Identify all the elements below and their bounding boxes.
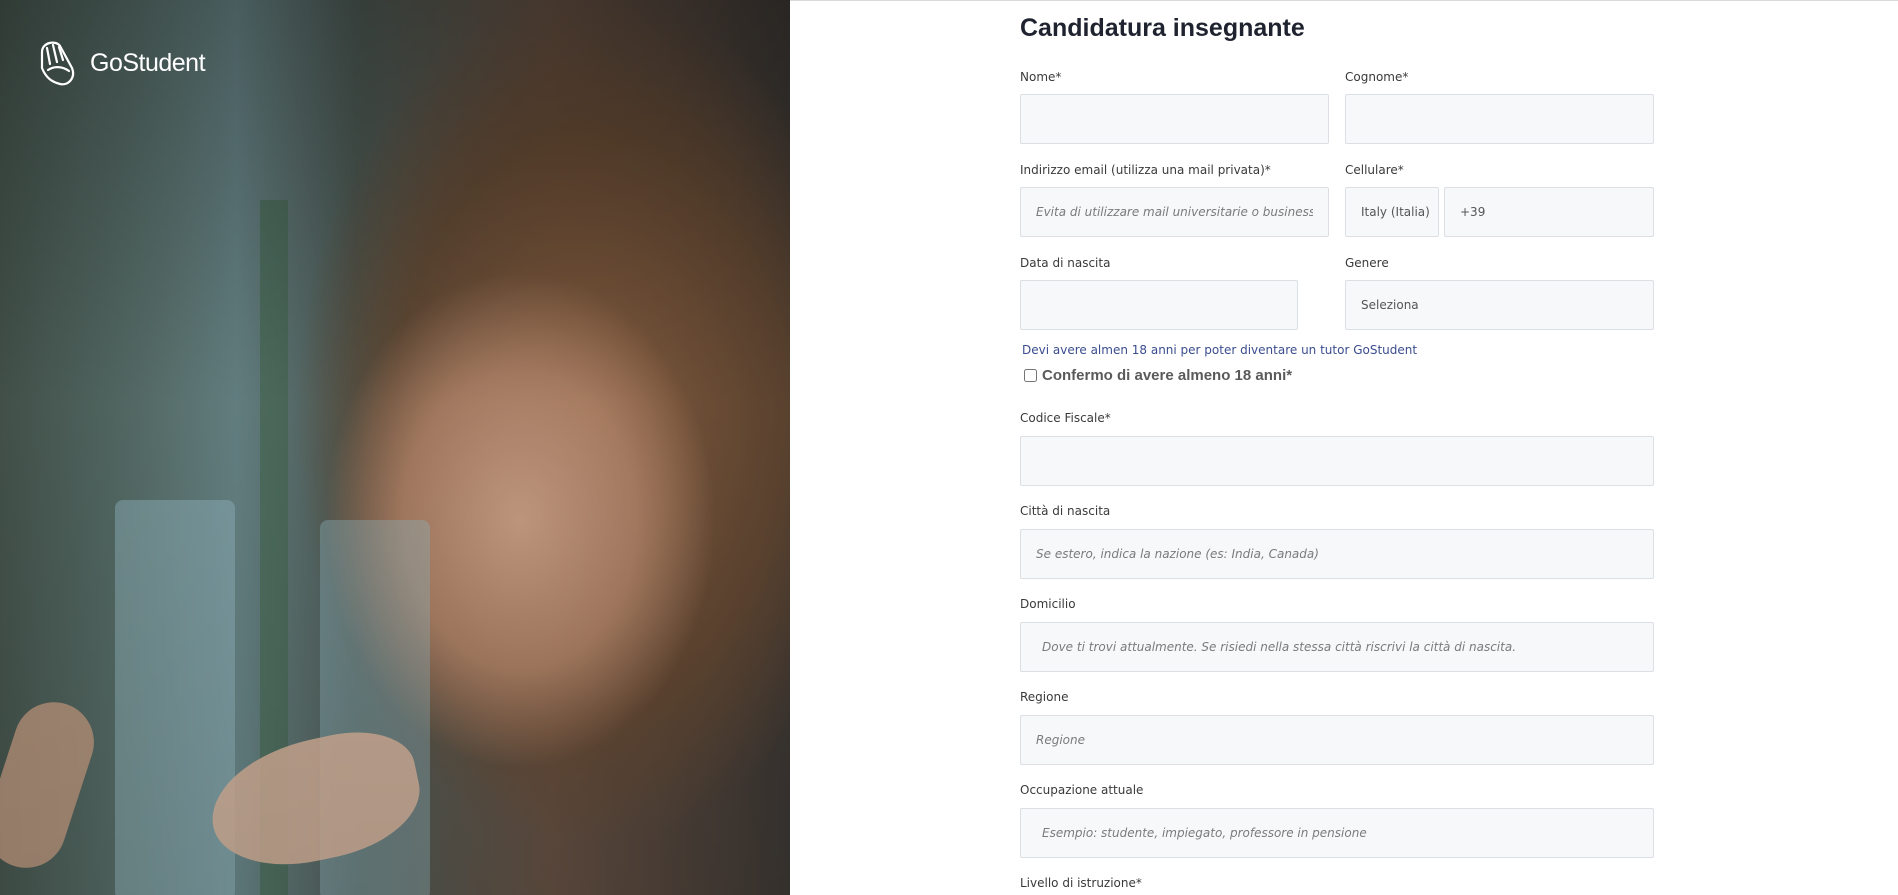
region-input[interactable] — [1020, 715, 1654, 765]
last-name-input[interactable] — [1345, 94, 1654, 144]
phone-country-select[interactable]: Italy (Italia) — [1345, 187, 1439, 237]
birth-date-label: Data di nascita — [1020, 256, 1111, 270]
gender-selected-value: Seleziona — [1361, 298, 1419, 312]
birth-city-label: Città di nascita — [1020, 504, 1111, 518]
brand-name: GoStudent — [90, 48, 206, 77]
tax-code-label: Codice Fiscale* — [1020, 411, 1111, 425]
gender-label: Genere — [1345, 256, 1389, 270]
age-requirement-hint: Devi avere almen 18 anni per poter diven… — [1022, 343, 1418, 357]
form-title: Candidatura insegnante — [1020, 14, 1305, 42]
region-label: Regione — [1020, 690, 1069, 704]
age-confirm-label: Confermo di avere almeno 18 anni* — [1042, 367, 1293, 384]
tax-code-input[interactable] — [1020, 436, 1654, 486]
phone-number-input[interactable]: +39 — [1444, 187, 1654, 237]
gostudent-logo-icon — [40, 41, 75, 86]
phone-country-value: Italy (Italia) — [1361, 205, 1430, 219]
email-label: Indirizzo email (utilizza una mail priva… — [1020, 163, 1271, 177]
gender-select[interactable]: Seleziona — [1345, 280, 1654, 330]
hero-image: GoStudent — [0, 0, 790, 895]
education-label: Livello di istruzione* — [1020, 876, 1142, 890]
email-input[interactable] — [1020, 187, 1329, 237]
birth-date-input[interactable] — [1020, 280, 1298, 330]
age-confirm-row[interactable]: Confermo di avere almeno 18 anni* — [1024, 367, 1292, 384]
first-name-label: Nome* — [1020, 70, 1062, 84]
residence-label: Domicilio — [1020, 597, 1076, 611]
phone-label: Cellulare* — [1345, 163, 1404, 177]
last-name-label: Cognome* — [1345, 70, 1409, 84]
first-name-input[interactable] — [1020, 94, 1329, 144]
gostudent-logo[interactable]: GoStudent — [36, 38, 206, 88]
occupation-label: Occupazione attuale — [1020, 783, 1144, 797]
occupation-input[interactable] — [1020, 808, 1654, 858]
phone-prefix: +39 — [1460, 205, 1486, 219]
age-confirm-checkbox[interactable] — [1024, 369, 1037, 382]
hero-overlay — [0, 0, 790, 895]
residence-input[interactable] — [1020, 622, 1654, 672]
birth-city-input[interactable] — [1020, 529, 1654, 579]
